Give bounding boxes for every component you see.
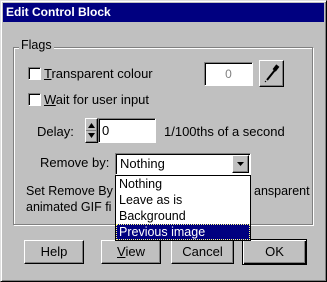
wait-for-input-label-rest: ait for user input xyxy=(55,92,150,107)
transparent-colour-label[interactable]: Transparent colour xyxy=(44,66,153,81)
ok-button[interactable]: OK xyxy=(242,239,307,265)
wait-for-input-checkbox[interactable] xyxy=(28,93,41,106)
delay-input[interactable]: 0 xyxy=(98,118,156,143)
remove-by-option-previous-image[interactable]: Previous image xyxy=(116,224,250,240)
delay-label: Delay: xyxy=(37,124,74,139)
remove-by-option-leave-as-is[interactable]: Leave as is xyxy=(116,192,250,208)
remove-by-select[interactable]: Nothing xyxy=(115,153,251,175)
cancel-button[interactable]: Cancel xyxy=(171,240,234,264)
remove-by-dropdown-list[interactable]: Nothing Leave as is Background Previous … xyxy=(115,175,251,241)
eyedropper-icon xyxy=(264,64,280,83)
flags-group-label: Flags xyxy=(19,38,54,52)
info-text-line1-left: Set Remove By xyxy=(26,184,113,198)
view-button-label-rest: iew xyxy=(125,244,145,259)
help-button[interactable]: Help xyxy=(24,240,84,264)
remove-by-label: Remove by: xyxy=(40,155,110,170)
wait-for-input-mnemonic: W xyxy=(44,92,56,107)
remove-by-option-nothing[interactable]: Nothing xyxy=(116,176,250,192)
view-button[interactable]: View xyxy=(101,240,161,264)
edit-control-block-dialog: Edit Control Block Flags Transparent col… xyxy=(0,0,327,282)
delay-units-label: 1/100ths of a second xyxy=(164,124,285,139)
transparent-colour-checkbox[interactable] xyxy=(28,67,41,80)
spin-arrows-icon xyxy=(86,123,97,138)
info-text-line1-right: ansparent xyxy=(254,184,310,198)
title-bar: Edit Control Block xyxy=(3,3,324,22)
chevron-down-icon xyxy=(237,162,244,166)
remove-by-option-background[interactable]: Background xyxy=(116,208,250,224)
delay-spinner[interactable] xyxy=(85,118,98,143)
remove-by-selected-value: Nothing xyxy=(120,156,165,171)
eyedropper-button[interactable] xyxy=(259,60,284,87)
transparent-colour-value[interactable]: 0 xyxy=(204,62,253,86)
info-text-line2-left: animated GIF fi xyxy=(26,200,112,214)
wait-for-input-label[interactable]: Wait for user input xyxy=(44,92,149,107)
transparent-colour-label-rest: ransparent colour xyxy=(51,66,153,81)
remove-by-dropdown-button[interactable] xyxy=(232,155,249,173)
